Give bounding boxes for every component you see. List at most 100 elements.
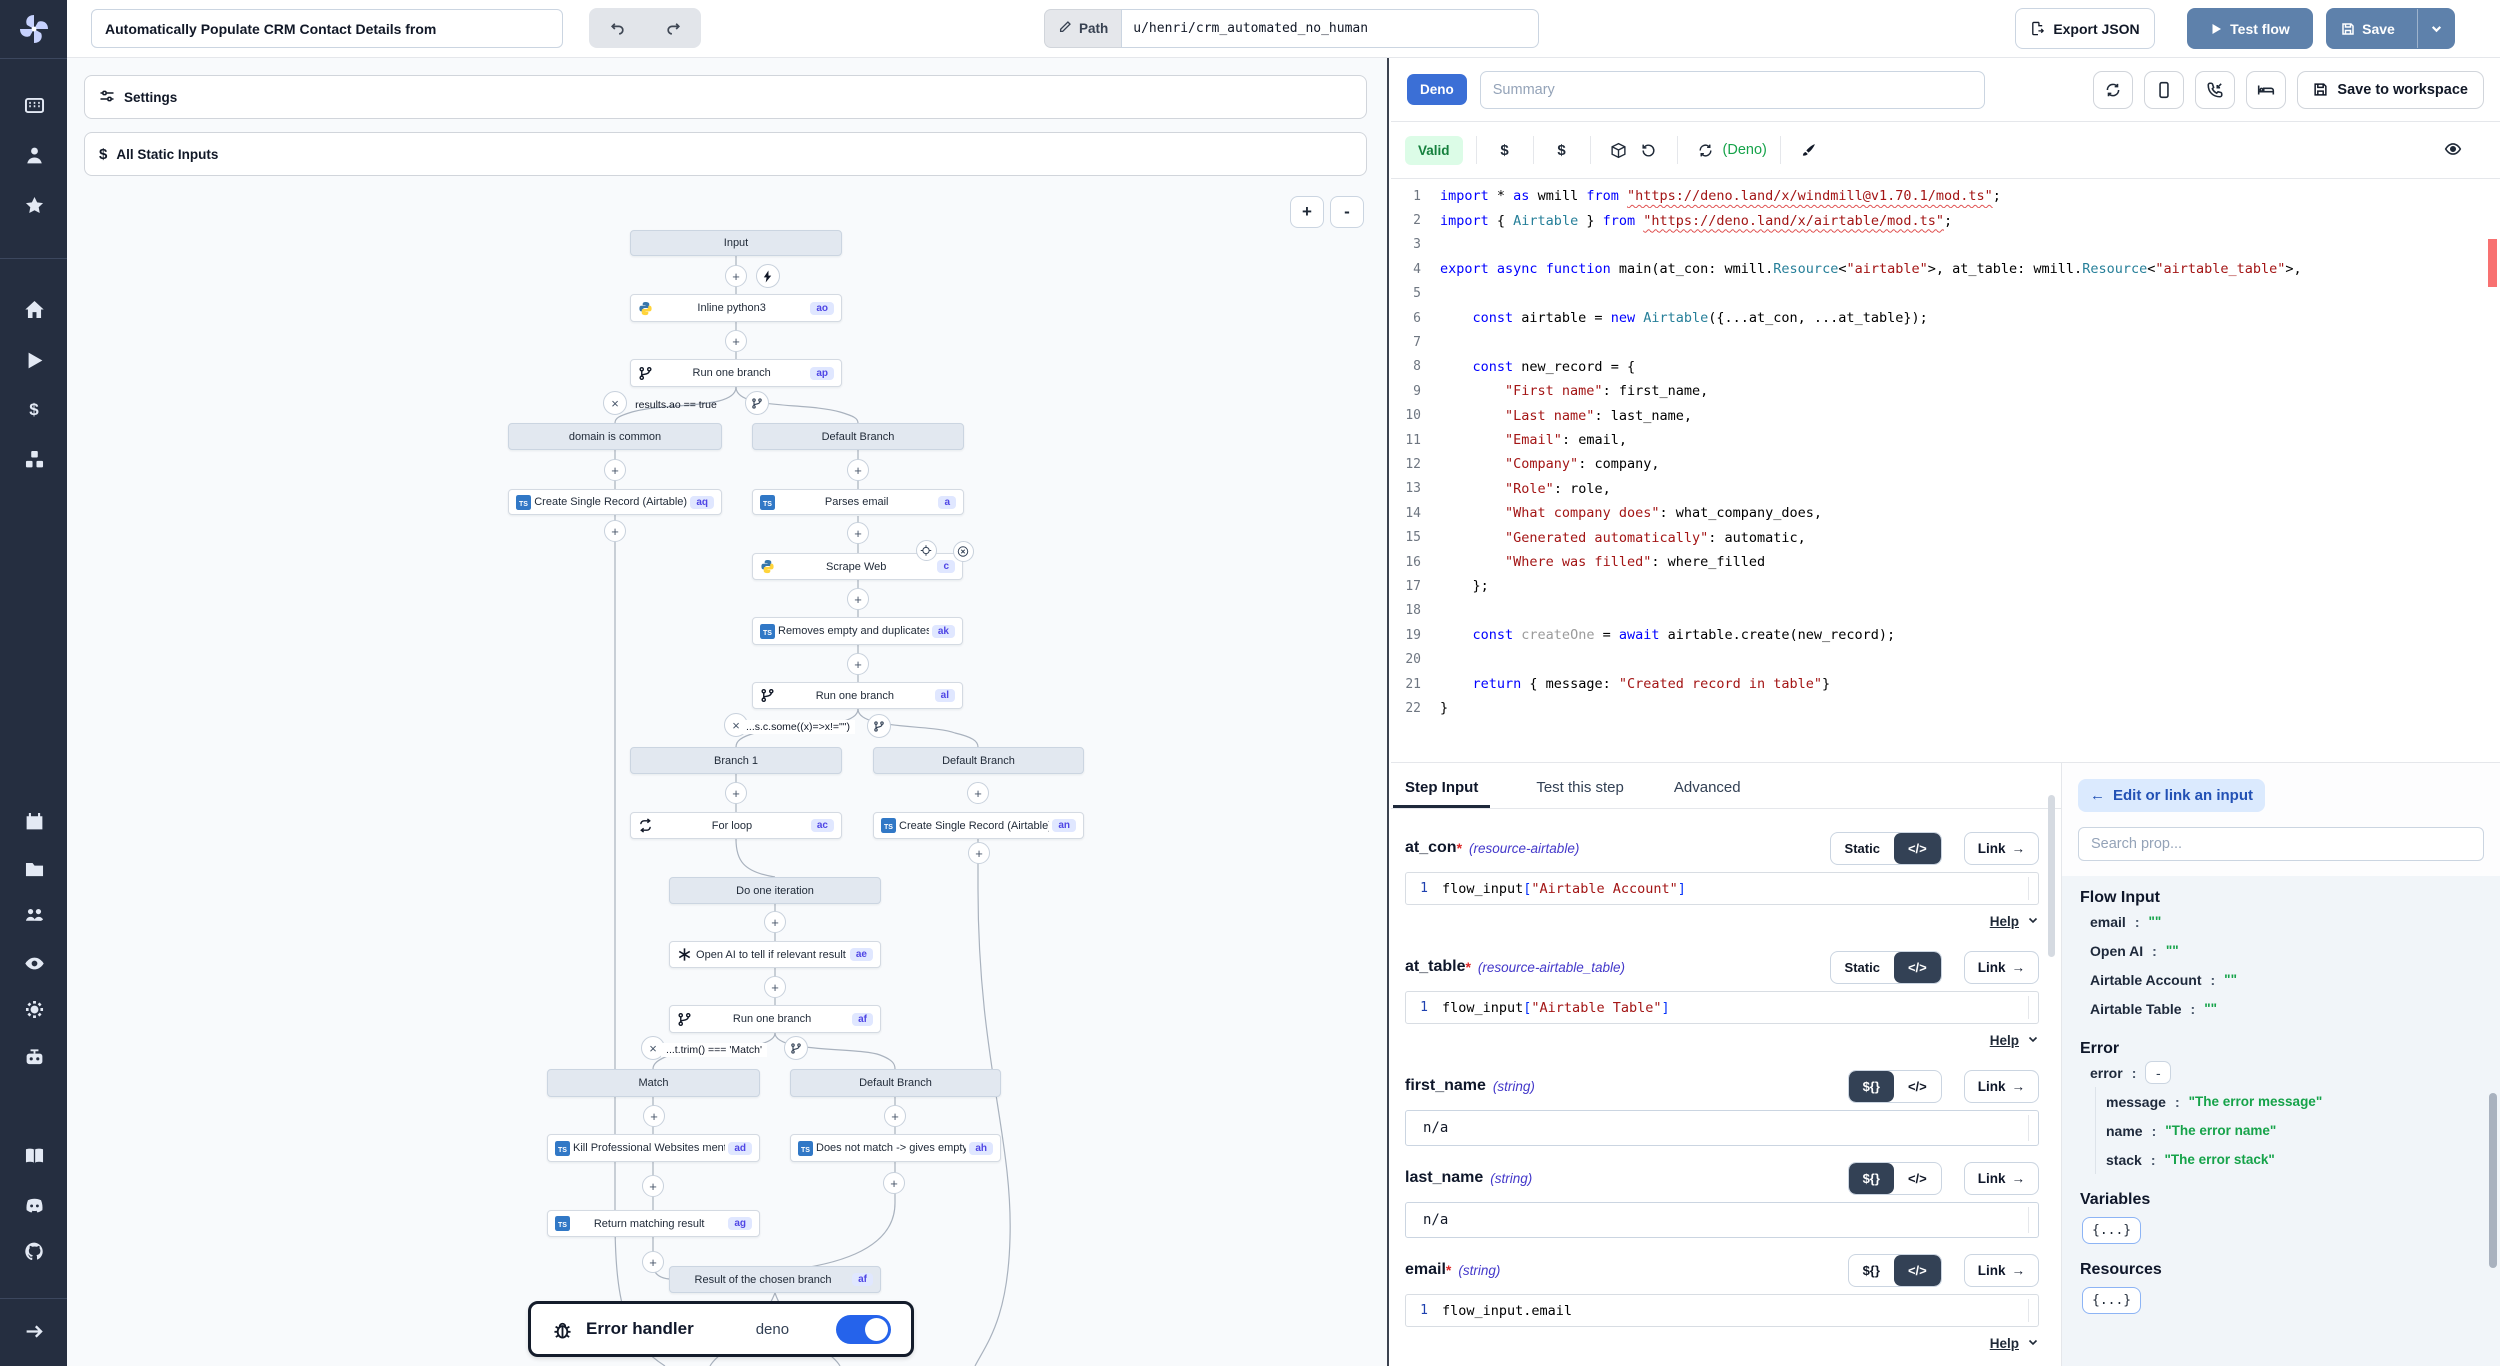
expr-editor[interactable]: 1flow_input.email	[1405, 1294, 2039, 1327]
home-icon[interactable]	[22, 297, 46, 321]
gear-icon[interactable]	[22, 997, 46, 1021]
expand-icon[interactable]	[22, 1319, 46, 1343]
save-to-workspace-button[interactable]: Save to workspace	[2297, 71, 2484, 109]
robot-icon[interactable]	[22, 1045, 46, 1069]
save-button[interactable]: Save	[2326, 8, 2455, 49]
dollar-icon[interactable]: $	[22, 398, 46, 422]
eye-icon[interactable]	[22, 951, 46, 975]
object-pill[interactable]: {...}	[2082, 1287, 2141, 1314]
step-panel-scrollbar[interactable]	[2048, 795, 2055, 957]
flow-node[interactable]: Branch 1	[630, 747, 842, 774]
tab-test-this-step[interactable]: Test this step	[1532, 779, 1628, 808]
code-mode-button[interactable]: </>	[1894, 1255, 1941, 1286]
input-mode-toggle[interactable]: Static</>	[1830, 951, 1942, 984]
chevron-down-icon[interactable]	[2027, 914, 2039, 929]
code-mode-button[interactable]: </>	[1894, 1163, 1941, 1194]
undo-button[interactable]	[589, 8, 645, 48]
static-mode-button[interactable]: Static	[1831, 833, 1894, 864]
insert-step-button[interactable]: +	[643, 1105, 665, 1127]
user-icon[interactable]	[22, 143, 46, 167]
flow-node[interactable]: TSCreate Single Record (Airtable)an	[873, 812, 1084, 839]
flow-node[interactable]: TSKill Professional Websites mentionsad	[547, 1134, 760, 1162]
code-mode-button[interactable]: </>	[1894, 833, 1941, 864]
remove-branch-button[interactable]: ×	[603, 391, 627, 415]
help-link[interactable]: Help	[1990, 1033, 2019, 1048]
flow-node[interactable]: For loopac	[630, 812, 842, 839]
redo-button[interactable]	[645, 8, 701, 48]
insert-step-button[interactable]: +	[764, 976, 786, 998]
chevron-down-icon[interactable]	[2027, 1336, 2039, 1351]
eye-icon[interactable]	[2444, 140, 2462, 161]
insert-step-button[interactable]: +	[642, 1175, 664, 1197]
error-handler-node[interactable]: Error handler deno	[528, 1301, 914, 1357]
flow-node[interactable]: TSReturn matching resultag	[547, 1210, 760, 1237]
move-node-button[interactable]	[916, 540, 937, 561]
tab-advanced[interactable]: Advanced	[1670, 779, 1745, 808]
play-icon[interactable]	[22, 348, 46, 372]
prop-row[interactable]: error:-	[2080, 1058, 2482, 1087]
flow-node[interactable]: Default Branch	[752, 423, 964, 450]
prop-row[interactable]: Airtable Account:""	[2080, 965, 2482, 994]
path-edit-chip[interactable]: Path	[1044, 9, 1121, 48]
input-mode-toggle[interactable]: ${}</>	[1848, 1070, 1942, 1103]
assistant-reload-button[interactable]	[1691, 142, 1721, 159]
calendar-icon[interactable]	[22, 809, 46, 833]
code-mode-button[interactable]: </>	[1894, 952, 1941, 983]
insert-step-button[interactable]: +	[884, 1105, 906, 1127]
add-branch-button[interactable]	[784, 1036, 808, 1060]
text-input[interactable]: n/a	[1405, 1110, 2039, 1146]
insert-step-button[interactable]: +	[847, 653, 869, 675]
static-mode-button[interactable]: Static	[1831, 952, 1894, 983]
book-icon[interactable]	[22, 1144, 46, 1168]
input-mode-toggle[interactable]: ${}</>	[1848, 1162, 1942, 1195]
summary-input[interactable]: Summary	[1480, 71, 1985, 109]
webhook-button[interactable]	[2195, 71, 2235, 109]
flow-node[interactable]: domain is common	[508, 423, 722, 450]
insert-step-button[interactable]: +	[725, 330, 747, 352]
flow-node[interactable]: Default Branch	[790, 1069, 1001, 1097]
sync-button[interactable]	[2093, 71, 2133, 109]
flow-node[interactable]: Default Branch	[873, 747, 1084, 774]
package-button[interactable]	[1604, 142, 1634, 159]
add-branch-button[interactable]	[867, 714, 891, 738]
path-input[interactable]: u/henri/crm_automated_no_human	[1121, 9, 1539, 48]
link-button[interactable]: Link→	[1964, 832, 2039, 865]
test-flow-button[interactable]: Test flow	[2187, 8, 2313, 49]
star-icon[interactable]	[22, 193, 46, 217]
variable-picker-button[interactable]: $	[1490, 142, 1520, 159]
flow-node[interactable]: Result of the chosen branchaf	[669, 1266, 881, 1293]
expr-editor[interactable]: 1flow_input["Airtable Table"]	[1405, 991, 2039, 1024]
flow-node[interactable]: TSRemoves empty and duplicatesak	[752, 617, 963, 645]
reset-button[interactable]	[1634, 142, 1664, 159]
insert-step-button[interactable]: +	[764, 911, 786, 933]
insert-step-button[interactable]: +	[883, 1172, 905, 1194]
resources-icon[interactable]	[22, 447, 46, 471]
flow-node[interactable]: TSDoes not match -> gives empty valueah	[790, 1134, 1001, 1162]
flow-node[interactable]: Run one branchal	[752, 682, 963, 709]
text-input[interactable]: n/a	[1405, 1202, 2039, 1238]
save-dropdown-button[interactable]	[2417, 9, 2454, 48]
add-branch-button[interactable]	[745, 391, 769, 415]
static-mode-button[interactable]: ${}	[1849, 1163, 1894, 1194]
prop-row[interactable]: message:"The error message"	[2096, 1087, 2482, 1116]
tab-step-input[interactable]: Step Input	[1393, 779, 1490, 808]
object-pill[interactable]: {...}	[2082, 1217, 2141, 1244]
static-mode-button[interactable]: ${}	[1849, 1255, 1894, 1286]
flow-node[interactable]: Inline python3ao	[630, 294, 842, 322]
insert-step-button[interactable]: +	[847, 588, 869, 610]
flow-node[interactable]: TSCreate Single Record (Airtable)aq	[508, 489, 722, 515]
mobile-view-button[interactable]	[2144, 71, 2184, 109]
static-mode-button[interactable]: ${}	[1849, 1071, 1894, 1102]
groups-icon[interactable]	[22, 903, 46, 927]
insert-step-button[interactable]: +	[604, 459, 626, 481]
prop-row[interactable]: email:""	[2080, 907, 2482, 936]
chevron-down-icon[interactable]	[2027, 1033, 2039, 1048]
help-link[interactable]: Help	[1990, 1336, 2019, 1351]
format-button[interactable]	[1794, 142, 1824, 159]
github-icon[interactable]	[22, 1239, 46, 1263]
flow-node[interactable]: Open AI to tell if relevant resultae	[669, 941, 881, 968]
input-mode-toggle[interactable]: ${}</>	[1848, 1254, 1942, 1287]
expr-editor[interactable]: 1flow_input["Airtable Account"]	[1405, 872, 2039, 905]
export-json-button[interactable]: Export JSON	[2015, 8, 2155, 49]
discord-icon[interactable]	[22, 1193, 46, 1217]
